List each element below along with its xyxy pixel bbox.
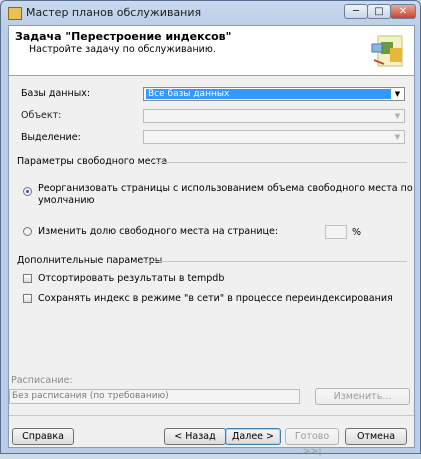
keep-online-label[interactable]: Сохранять индекс в режиме "в сети" в про… bbox=[38, 293, 393, 304]
databases-value: Все базы данных bbox=[146, 89, 391, 99]
help-button[interactable]: Справка bbox=[12, 428, 74, 445]
schedule-field: Без расписания (по требованию) bbox=[9, 389, 300, 404]
keep-online-checkbox[interactable] bbox=[23, 294, 32, 303]
object-dropdown[interactable]: ▼ bbox=[143, 109, 405, 123]
wizard-header: Задача "Перестроение индексов" Настройте… bbox=[9, 26, 414, 76]
maximize-button[interactable]: □ bbox=[367, 4, 391, 19]
finish-button[interactable]: Готово >>| bbox=[285, 428, 339, 457]
selection-label: Выделение: bbox=[21, 132, 81, 143]
selection-dropdown[interactable]: ▼ bbox=[143, 130, 405, 144]
change-fill-factor-radio[interactable] bbox=[23, 227, 32, 236]
object-label: Объект: bbox=[21, 110, 62, 121]
reorganize-default-radio[interactable] bbox=[23, 187, 32, 196]
reorganize-default-label-line1[interactable]: Реорганизовать страницы с использованием… bbox=[38, 183, 413, 194]
schedule-label: Расписание: bbox=[11, 375, 73, 386]
sort-tempdb-checkbox[interactable] bbox=[23, 274, 32, 283]
window-title: Мастер планов обслуживания bbox=[26, 6, 202, 19]
reorganize-default-label-line2[interactable]: умолчанию bbox=[38, 195, 95, 206]
chevron-down-icon[interactable]: ▼ bbox=[392, 89, 403, 99]
chevron-down-icon: ▼ bbox=[394, 112, 401, 120]
change-schedule-button[interactable]: Изменить... bbox=[315, 388, 410, 405]
wizard-window: Мастер планов обслуживания ─ □ ✕ Задача … bbox=[0, 0, 421, 457]
page-title: Задача "Перестроение индексов" bbox=[15, 30, 232, 43]
free-space-group-title: Параметры свободного места bbox=[17, 156, 168, 167]
group-divider bbox=[141, 261, 407, 262]
minimize-button[interactable]: ─ bbox=[344, 4, 368, 19]
group-divider bbox=[151, 162, 407, 163]
page-subtitle: Настройте задачу по обслуживанию. bbox=[29, 44, 216, 55]
app-icon bbox=[8, 7, 22, 20]
wizard-graphic-icon bbox=[371, 35, 403, 67]
chevron-down-icon: ▼ bbox=[394, 133, 401, 141]
percent-unit: % bbox=[352, 227, 362, 238]
button-separator bbox=[9, 415, 414, 416]
change-fill-factor-label[interactable]: Изменить долю свободного места на страни… bbox=[38, 226, 278, 237]
databases-label: Базы данных: bbox=[21, 88, 91, 99]
databases-dropdown[interactable]: Все базы данных ▼ bbox=[143, 87, 405, 101]
fill-percent-input[interactable] bbox=[325, 225, 347, 239]
back-button[interactable]: < Назад bbox=[164, 428, 226, 445]
title-bar[interactable]: Мастер планов обслуживания ─ □ ✕ bbox=[1, 1, 420, 25]
close-button[interactable]: ✕ bbox=[390, 4, 416, 19]
sort-tempdb-label[interactable]: Отсортировать результаты в tempdb bbox=[38, 273, 224, 284]
cancel-button[interactable]: Отмена bbox=[345, 428, 407, 445]
wizard-client: Задача "Перестроение индексов" Настройте… bbox=[8, 25, 415, 457]
next-button[interactable]: Далее > bbox=[225, 428, 281, 445]
